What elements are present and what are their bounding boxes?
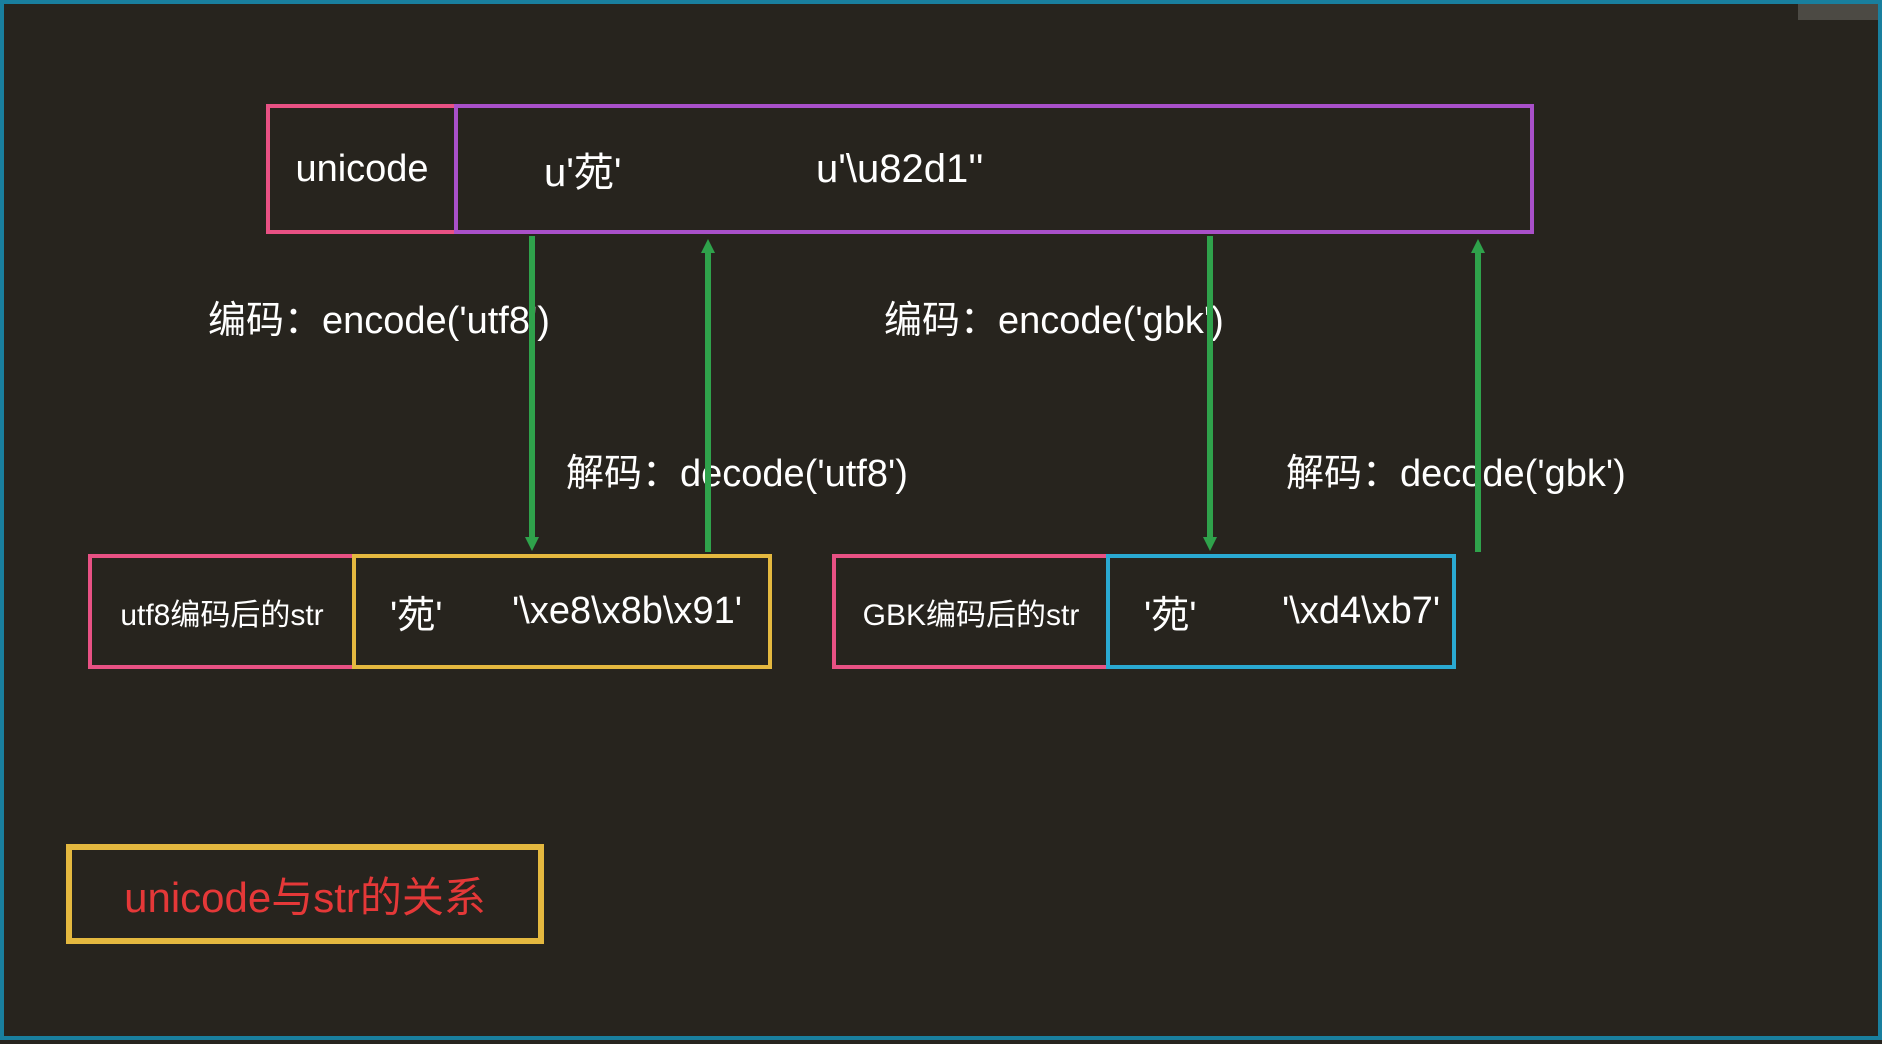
unicode-value1: u'苑': [544, 140, 622, 198]
encode-utf8-label: 编码：encode('utf8'): [208, 289, 550, 344]
gbk-label-box: GBK编码后的str: [832, 554, 1110, 669]
unicode-label-box: unicode: [266, 104, 458, 234]
utf8-label: utf8编码后的str: [120, 590, 323, 634]
title-box: unicode与str的关系: [66, 844, 544, 944]
title-text: unicode与str的关系: [124, 864, 486, 925]
decode-utf8-label: 解码：decode('utf8'): [566, 442, 908, 497]
unicode-value-box: u'苑' u'\u82d1'': [454, 104, 1534, 234]
unicode-value2: u'\u82d1'': [816, 147, 984, 192]
diagram-stage: unicode u'苑' u'\u82d1'' 编码：encode('utf8'…: [0, 0, 1882, 1040]
gbk-value2: '\xd4\xb7': [1282, 590, 1440, 633]
unicode-label: unicode: [295, 148, 428, 191]
utf8-value1: '苑': [390, 584, 443, 639]
utf8-value2: '\xe8\x8b\x91': [512, 590, 742, 633]
gbk-label: GBK编码后的str: [863, 590, 1080, 634]
gbk-value1: '苑': [1144, 584, 1197, 639]
utf8-value-box: '苑' '\xe8\x8b\x91': [352, 554, 772, 669]
decode-gbk-label: 解码：decode('gbk'): [1286, 442, 1626, 497]
corner-strip: [1798, 4, 1878, 20]
encode-gbk-label: 编码：encode('gbk'): [884, 289, 1224, 344]
utf8-label-box: utf8编码后的str: [88, 554, 356, 669]
gbk-value-box: '苑' '\xd4\xb7': [1106, 554, 1456, 669]
